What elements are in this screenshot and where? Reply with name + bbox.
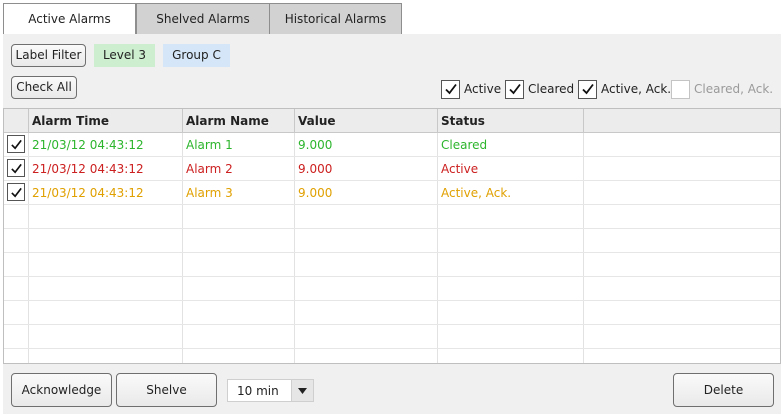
header-divider (583, 109, 584, 133)
filter-active-label: Active (464, 82, 502, 96)
cell-value: 9.000 (298, 186, 333, 200)
header-alarm-name[interactable]: Alarm Name (183, 109, 269, 133)
tab-shelved-alarms[interactable]: Shelved Alarms (136, 3, 270, 35)
cell-value: 9.000 (298, 138, 333, 152)
label-filter-button[interactable]: Label Filter (11, 44, 86, 67)
table-row[interactable]: 21/03/12 04:43:12 Alarm 1 9.000 Cleared (4, 133, 780, 157)
acknowledge-button[interactable]: Acknowledge (11, 373, 112, 407)
empty-row (4, 205, 780, 229)
header-value[interactable]: Value (295, 109, 336, 133)
checkbox-checked-icon[interactable] (7, 159, 25, 177)
cell-status: Cleared (441, 138, 488, 152)
cell-status: Active (441, 162, 479, 176)
chip-level-3[interactable]: Level 3 (94, 44, 155, 67)
chip-group-c[interactable]: Group C (163, 44, 230, 67)
checkbox-unchecked-icon[interactable] (671, 79, 690, 99)
filter-active-ack[interactable]: Active, Ack. (578, 78, 671, 100)
cell-time: 21/03/12 04:43:12 (32, 186, 144, 200)
cell-time: 21/03/12 04:43:12 (32, 162, 144, 176)
filter-cleared-ack-label: Cleared, Ack. (694, 82, 774, 96)
empty-row (4, 325, 780, 349)
shelve-duration-select[interactable]: 10 min (227, 379, 314, 402)
empty-row (4, 277, 780, 301)
checkbox-checked-icon[interactable] (505, 79, 524, 99)
alarm-table: Alarm Time Alarm Name Value Status 21/03… (3, 108, 781, 364)
empty-row (4, 349, 780, 363)
empty-row (4, 253, 780, 277)
filter-cleared-ack[interactable]: Cleared, Ack. (671, 78, 773, 100)
check-all-button[interactable]: Check All (11, 76, 77, 99)
cell-time: 21/03/12 04:43:12 (32, 138, 144, 152)
table-row[interactable]: 21/03/12 04:43:12 Alarm 2 9.000 Active (4, 157, 780, 181)
tab-active-alarms[interactable]: Active Alarms (3, 3, 136, 35)
checkbox-checked-icon[interactable] (7, 183, 25, 201)
checkbox-checked-icon[interactable] (578, 79, 597, 99)
header-alarm-time[interactable]: Alarm Time (29, 109, 109, 133)
shelve-duration-value: 10 min (237, 384, 279, 398)
checkbox-checked-icon[interactable] (441, 79, 460, 99)
table-header: Alarm Time Alarm Name Value Status (4, 109, 780, 133)
dropdown-arrow-icon[interactable] (291, 380, 313, 401)
empty-row (4, 301, 780, 325)
shelve-button[interactable]: Shelve (116, 373, 217, 407)
empty-row (4, 229, 780, 253)
cell-name: Alarm 3 (186, 186, 233, 200)
tab-bar: Active Alarms Shelved Alarms Historical … (3, 3, 402, 35)
delete-button[interactable]: Delete (673, 373, 774, 407)
cell-name: Alarm 2 (186, 162, 233, 176)
filter-active[interactable]: Active (441, 78, 501, 100)
cell-status: Active, Ack. (441, 186, 512, 200)
cell-name: Alarm 1 (186, 138, 233, 152)
filter-cleared-label: Cleared (528, 82, 575, 96)
checkbox-checked-icon[interactable] (7, 135, 25, 153)
table-row[interactable]: 21/03/12 04:43:12 Alarm 3 9.000 Active, Ack… (4, 181, 780, 205)
tab-historical-alarms[interactable]: Historical Alarms (270, 3, 402, 35)
filter-cleared[interactable]: Cleared (505, 78, 574, 100)
filter-active-ack-label: Active, Ack. (601, 82, 672, 96)
header-status[interactable]: Status (438, 109, 485, 133)
cell-value: 9.000 (298, 162, 333, 176)
